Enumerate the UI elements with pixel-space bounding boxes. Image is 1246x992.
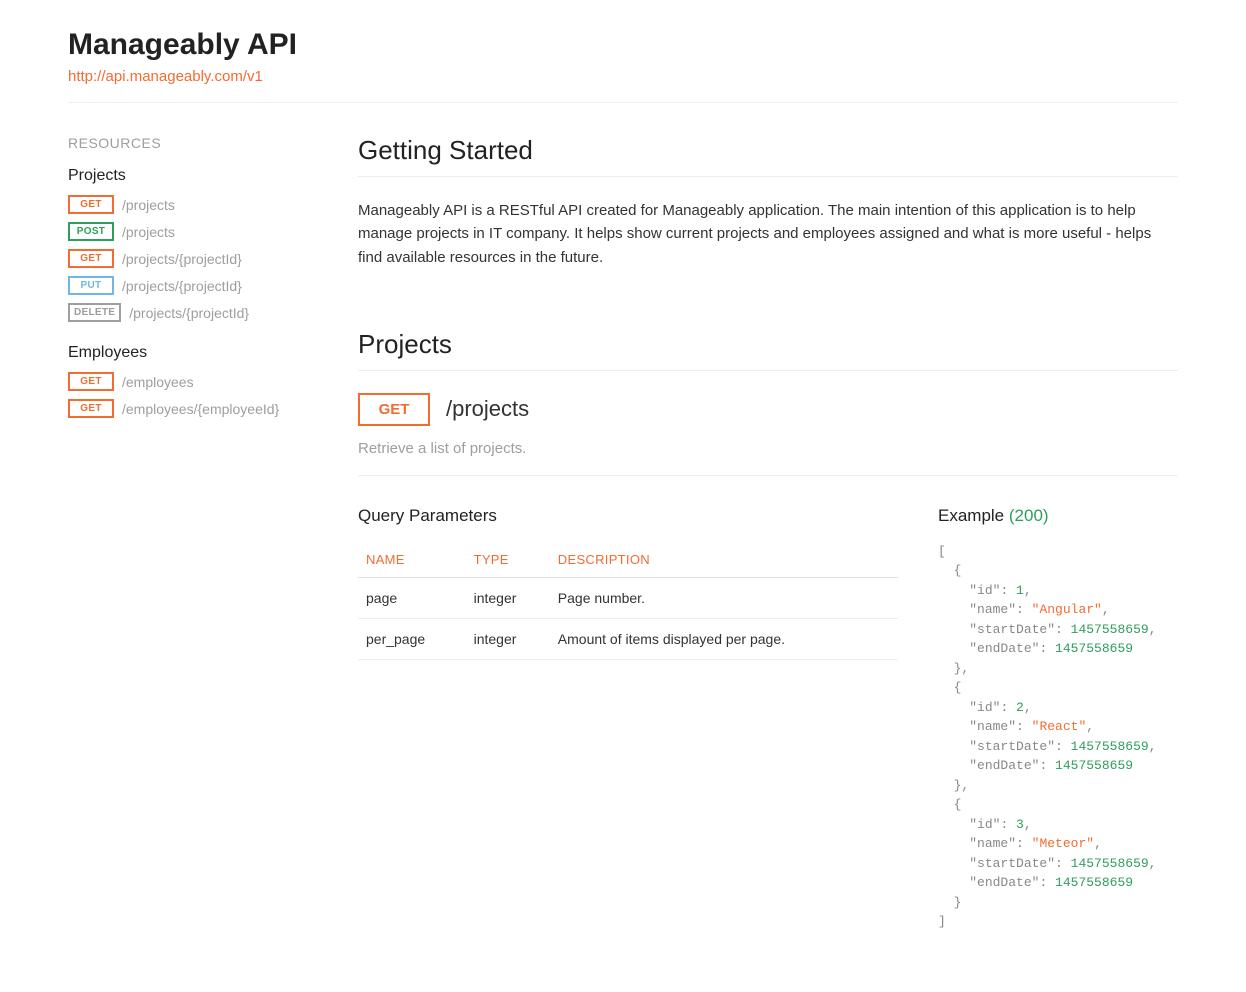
col-description: DESCRIPTION [550,542,898,578]
resource-path: /employees [122,374,194,390]
method-badge: PUT [68,276,114,295]
sidebar-heading: RESOURCES [68,135,298,151]
endpoint-header: GET /projects [358,393,1178,426]
page-header: Manageably API http://api.manageably.com… [68,0,1178,103]
endpoint-path: /projects [446,396,529,422]
query-params-table: NAME TYPE DESCRIPTION pageintegerPage nu… [358,542,898,660]
resource-item[interactable]: GET/projects [68,195,298,214]
method-badge: GET [68,195,114,214]
example-response: [ { "id": 1, "name": "Angular", "startDa… [938,542,1178,932]
col-name: NAME [358,542,466,578]
api-title: Manageably API [68,28,1178,62]
endpoint-method-badge: GET [358,393,430,426]
resource-path: /projects [122,224,175,240]
resource-item[interactable]: POST/projects [68,222,298,241]
method-badge: GET [68,249,114,268]
col-type: TYPE [466,542,550,578]
table-row: per_pageintegerAmount of items displayed… [358,618,898,659]
resource-item[interactable]: PUT/projects/{projectId} [68,276,298,295]
method-badge: DELETE [68,303,121,322]
section-heading: Projects [358,329,1178,371]
example-status: (200) [1009,506,1049,525]
intro-heading: Getting Started [358,135,1178,177]
method-badge: GET [68,372,114,391]
table-row: pageintegerPage number. [358,577,898,618]
resource-path: /projects/{projectId} [122,251,242,267]
resource-path: /projects/{projectId} [122,278,242,294]
resource-path: /projects/{projectId} [129,305,249,321]
resource-item[interactable]: GET/projects/{projectId} [68,249,298,268]
method-badge: GET [68,399,114,418]
sidebar: RESOURCES ProjectsGET/projectsPOST/proje… [68,135,298,932]
resource-item[interactable]: GET/employees [68,372,298,391]
example-heading: Example (200) [938,506,1178,526]
resource-item[interactable]: DELETE/projects/{projectId} [68,303,298,322]
resource-item[interactable]: GET/employees/{employeeId} [68,399,298,418]
resource-group-title: Projects [68,167,298,185]
resource-path: /employees/{employeeId} [122,401,279,417]
method-badge: POST [68,222,114,241]
intro-body: Manageably API is a RESTful API created … [358,199,1178,269]
endpoint-description: Retrieve a list of projects. [358,440,1178,476]
query-params-heading: Query Parameters [358,506,898,526]
resource-path: /projects [122,197,175,213]
main-content: Getting Started Manageably API is a REST… [358,135,1178,932]
base-url-link[interactable]: http://api.manageably.com/v1 [68,68,263,85]
resource-group-title: Employees [68,344,298,362]
